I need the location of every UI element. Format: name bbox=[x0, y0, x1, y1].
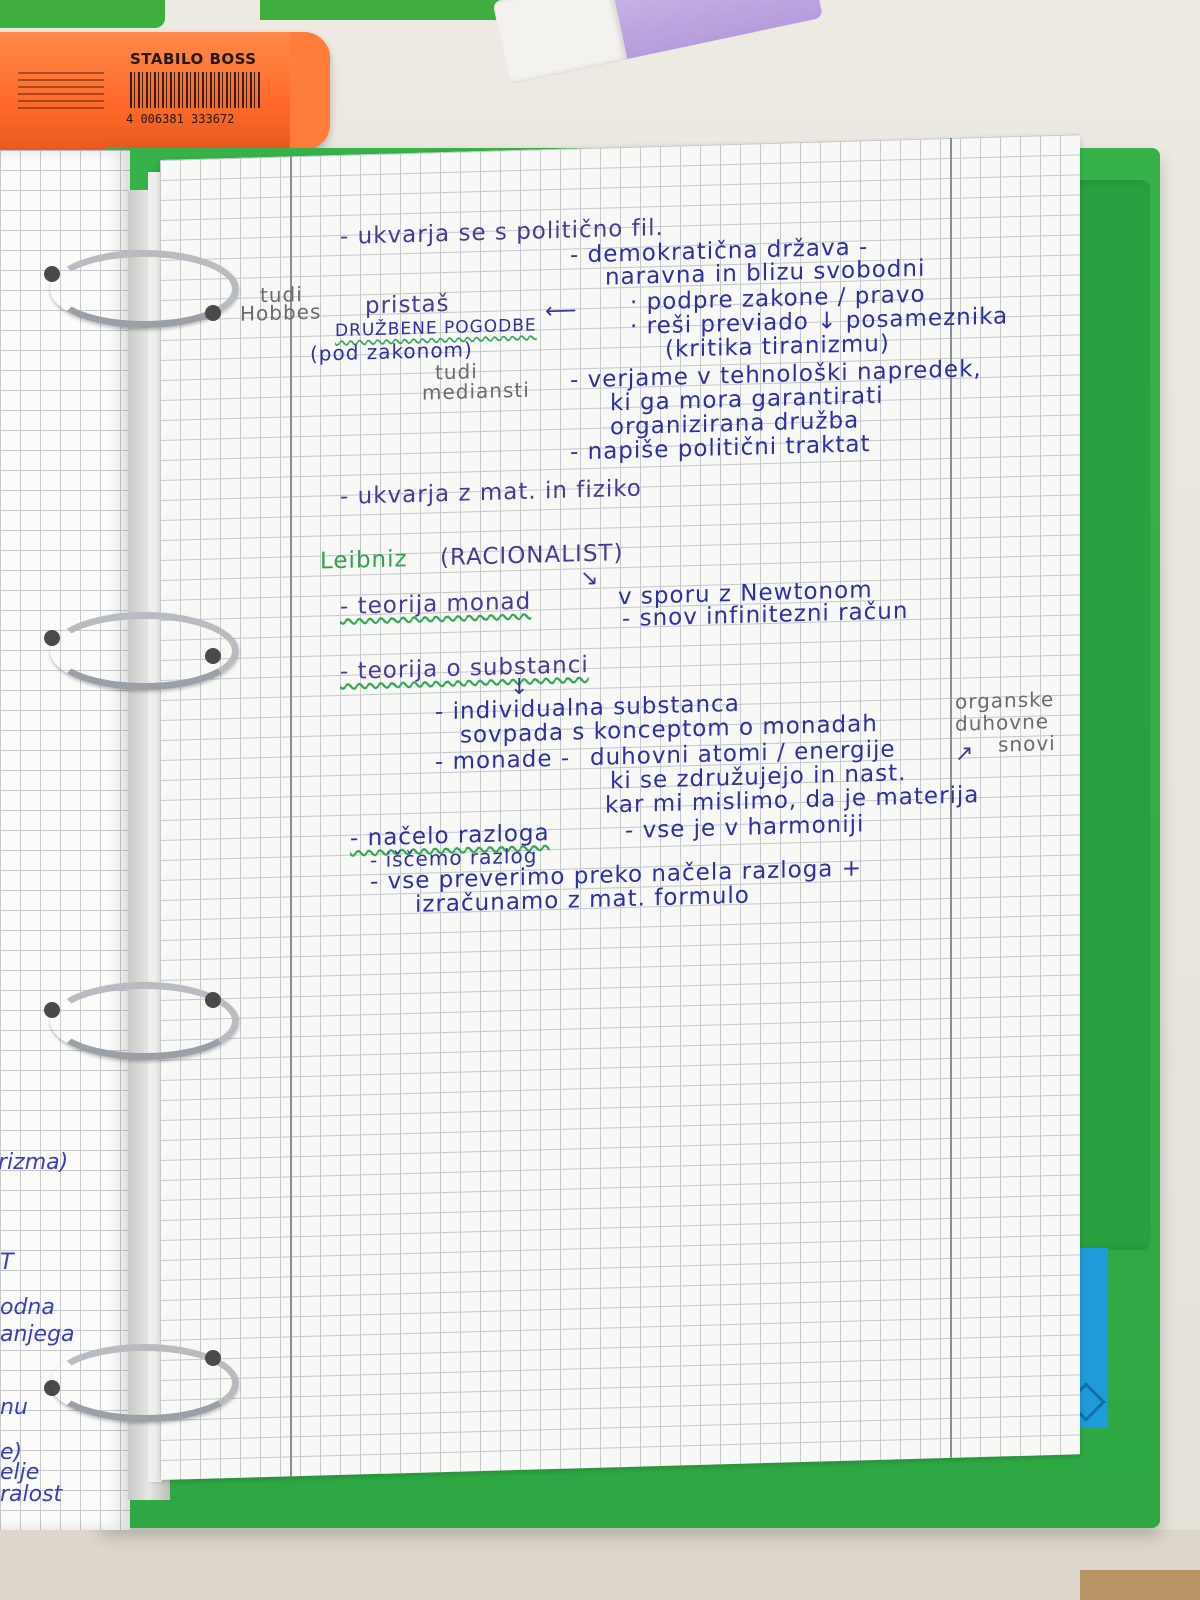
arrow-down-right-icon: ↘ bbox=[580, 565, 599, 592]
desk-edge bbox=[0, 1530, 1200, 1600]
ring-hole bbox=[205, 305, 221, 321]
fine-print bbox=[18, 72, 104, 112]
note-line: - teorija monad bbox=[340, 588, 532, 620]
side-note: pristaš bbox=[365, 290, 450, 320]
marker-brand: STABILO BOSS bbox=[130, 50, 257, 68]
ring-hole bbox=[205, 992, 221, 1008]
left-page-text: nu bbox=[0, 1395, 28, 1420]
note-line: - vse je v harmoniji bbox=[625, 811, 865, 845]
ring-hole bbox=[205, 648, 221, 664]
left-page-text: rizma) bbox=[0, 1150, 69, 1175]
highlighter-cap bbox=[290, 32, 330, 150]
section-heading: Leibniz bbox=[320, 546, 408, 575]
grid-notebook-page: - ukvarja se s politično fil. - demokrat… bbox=[160, 134, 1080, 1480]
note-line: - snov infinitezni račun bbox=[622, 598, 909, 633]
barcode bbox=[130, 72, 260, 108]
note-line: - monade - bbox=[435, 745, 571, 776]
left-page: rizma) T odna anjega nu e) elje ralost bbox=[0, 150, 130, 1530]
page-margin-line bbox=[290, 156, 292, 1477]
left-page-text: anjega bbox=[0, 1322, 75, 1347]
green-marker bbox=[0, 0, 165, 28]
side-note: Hobbes bbox=[240, 299, 322, 326]
arrow-up-right-icon: ↗ bbox=[955, 741, 974, 767]
left-page-text: odna bbox=[0, 1295, 55, 1320]
wood-floor bbox=[1080, 1570, 1200, 1600]
note-line: (kritika tiranizmu) bbox=[665, 330, 890, 363]
ring-hole bbox=[205, 1350, 221, 1366]
barcode-number: 4 006381 333672 bbox=[126, 112, 235, 126]
side-note: mediansti bbox=[422, 377, 530, 405]
left-page-text: T bbox=[0, 1250, 14, 1275]
orange-highlighter: STABILO BOSS 4 006381 333672 bbox=[0, 32, 330, 150]
left-page-text: ralost bbox=[0, 1482, 63, 1507]
margin-note: snovi bbox=[998, 730, 1056, 757]
note-line: - teorija o substanci bbox=[340, 652, 589, 685]
note-line: - ukvarja z mat. in fiziko bbox=[340, 475, 642, 510]
arrow-left-icon: ⟵ bbox=[545, 298, 577, 325]
